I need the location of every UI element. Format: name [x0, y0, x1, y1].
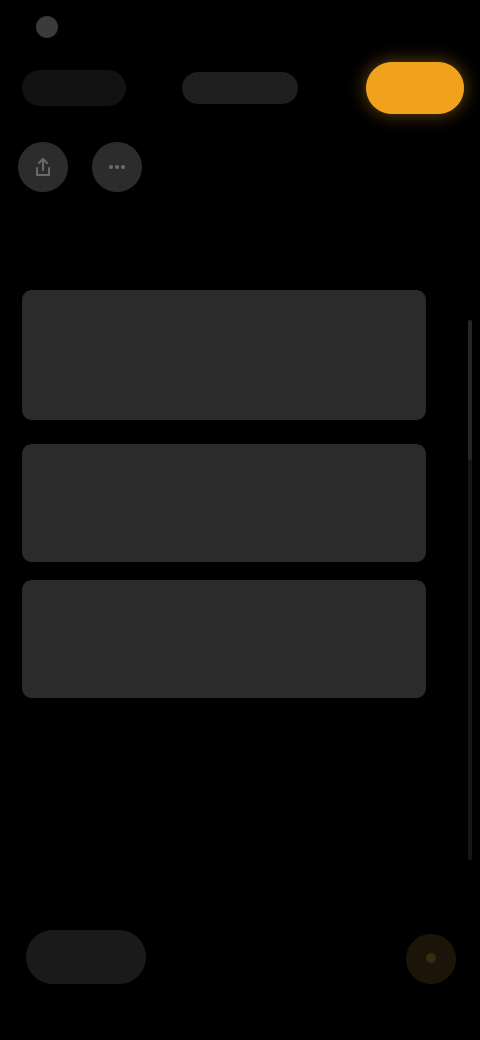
content-card[interactable] — [22, 580, 426, 698]
scrollbar[interactable] — [468, 320, 472, 860]
top-bar — [0, 56, 480, 120]
action-row — [0, 136, 480, 206]
content-card[interactable] — [22, 444, 426, 562]
content-card[interactable] — [22, 290, 426, 420]
compose-button[interactable] — [406, 934, 456, 984]
card-body — [40, 606, 408, 678]
card-body — [40, 470, 408, 542]
share-button[interactable] — [18, 142, 68, 192]
share-icon — [32, 156, 54, 178]
more-button[interactable] — [92, 142, 142, 192]
status-bar — [0, 0, 480, 56]
done-button[interactable] — [366, 62, 464, 114]
cancel-button[interactable] — [22, 70, 126, 106]
scrollbar-thumb[interactable] — [468, 320, 472, 460]
card-body — [40, 316, 408, 388]
more-icon — [106, 156, 128, 178]
compose-icon — [421, 948, 441, 971]
screen-title — [182, 72, 298, 104]
bottom-left-button[interactable] — [26, 930, 146, 984]
status-indicator-dot — [36, 16, 58, 38]
